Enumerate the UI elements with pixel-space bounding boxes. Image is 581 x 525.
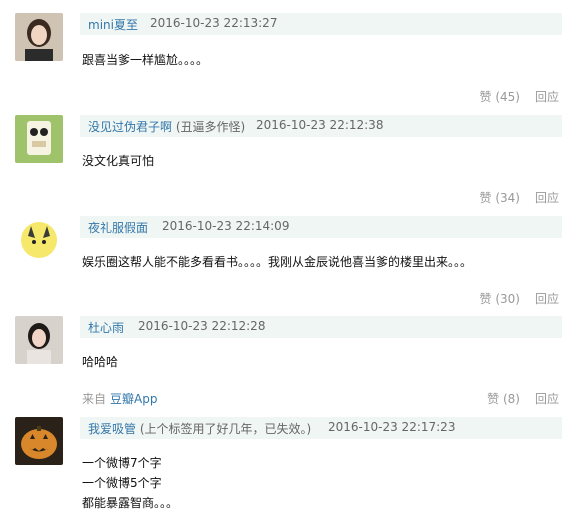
comment-line: 娱乐圈这帮人能不能多看看书。。。。我刚从金辰说他喜当爹的楼里出来。。。 <box>82 255 473 269</box>
username-link[interactable]: 没见过伪君子啊 (丑逼多作怪) <box>88 118 245 135</box>
avatar[interactable] <box>15 417 63 465</box>
reply-button[interactable]: 回应 <box>535 191 559 205</box>
timestamp: 2016-10-23 22:14:09 <box>162 219 290 233</box>
like-button[interactable]: 赞 (45) <box>480 90 520 104</box>
avatar[interactable] <box>15 13 63 61</box>
avatar[interactable] <box>15 316 63 364</box>
timestamp: 2016-10-23 22:13:27 <box>150 16 278 30</box>
comment-line: 一个微博5个字 <box>82 476 162 490</box>
comment-actions: 赞 (34) 回应 <box>480 189 559 206</box>
username-text[interactable]: 没见过伪君子啊 <box>88 120 172 134</box>
source-info: 来自 豆瓣App <box>82 390 157 407</box>
source-app-link[interactable]: 豆瓣App <box>110 392 157 406</box>
comment-line: 都能暴露智商。。。 <box>82 496 179 510</box>
like-button[interactable]: 赞 (8) <box>487 392 520 406</box>
reply-button[interactable]: 回应 <box>535 292 559 306</box>
source-prefix: 来自 <box>82 392 107 406</box>
reply-button[interactable]: 回应 <box>535 90 559 104</box>
comment-line: 一个微博7个字 <box>82 456 162 470</box>
username-link[interactable]: 夜礼服假面 <box>88 219 148 236</box>
comment-actions: 赞 (45) 回应 <box>480 88 559 105</box>
like-button[interactable]: 赞 (34) <box>480 191 520 205</box>
comment-header: mini夏至 2016-10-23 22:13:27 <box>80 13 562 35</box>
comment-text: 没文化真可怕 <box>82 151 154 171</box>
comment-line: 跟喜当爹一样尴尬。。。。 <box>82 53 209 67</box>
username-link[interactable]: 我爱吸管 (上个标签用了好几年，已失效。) <box>88 420 311 437</box>
avatar[interactable] <box>15 216 63 264</box>
comment-header: 没见过伪君子啊 (丑逼多作怪) 2016-10-23 22:12:38 <box>80 115 562 137</box>
reply-button[interactable]: 回应 <box>535 392 559 406</box>
timestamp: 2016-10-23 22:12:38 <box>256 118 384 132</box>
user-note: (上个标签用了好几年，已失效。) <box>139 422 312 436</box>
comment-header: 夜礼服假面 2016-10-23 22:14:09 <box>80 216 562 238</box>
timestamp: 2016-10-23 22:12:28 <box>138 319 266 333</box>
comment-header: 我爱吸管 (上个标签用了好几年，已失效。) 2016-10-23 22:17:2… <box>80 417 562 439</box>
comment-actions: 赞 (8) 回应 <box>487 390 559 407</box>
avatar[interactable] <box>15 115 63 163</box>
comment-line: 哈哈哈 <box>82 355 119 369</box>
username-link[interactable]: mini夏至 <box>88 16 138 33</box>
comment-actions: 赞 (30) 回应 <box>480 290 559 307</box>
like-button[interactable]: 赞 (30) <box>480 292 520 306</box>
comment-text: 娱乐圈这帮人能不能多看看书。。。。我刚从金辰说他喜当爹的楼里出来。。。 <box>82 252 472 272</box>
comment-text: 一个微博7个字 一个微博5个字 都能暴露智商。。。 <box>82 453 178 513</box>
username-link[interactable]: 杜心雨 <box>88 319 124 336</box>
username-text[interactable]: 我爱吸管 <box>88 422 136 436</box>
user-note: (丑逼多作怪) <box>175 120 246 134</box>
comment-text: 哈哈哈 <box>82 352 118 372</box>
comment-line: 没文化真可怕 <box>82 154 155 168</box>
comment-text: 跟喜当爹一样尴尬。。。。 <box>82 50 208 70</box>
comment-header: 杜心雨 2016-10-23 22:12:28 <box>80 316 562 338</box>
timestamp: 2016-10-23 22:17:23 <box>328 420 456 434</box>
